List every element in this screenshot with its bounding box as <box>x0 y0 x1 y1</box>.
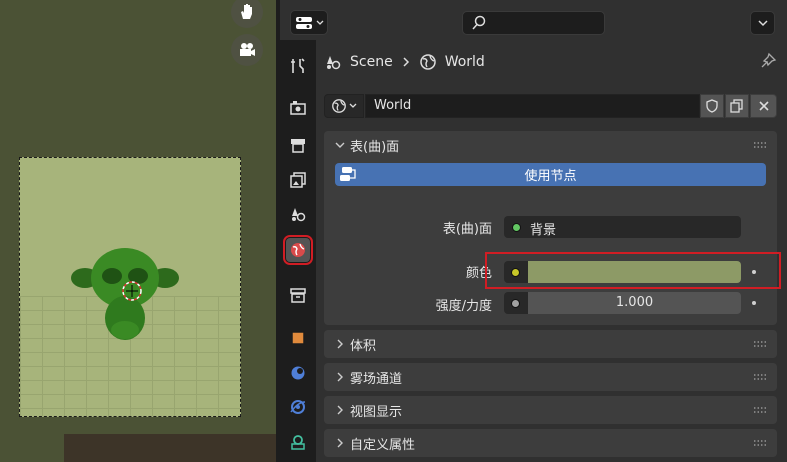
keyframe-dot[interactable] <box>752 270 756 274</box>
tab-physics[interactable] <box>286 430 310 454</box>
tab-output[interactable] <box>286 133 310 157</box>
tab-particles[interactable] <box>286 395 310 419</box>
editor-type-icon <box>295 16 312 29</box>
particles-icon <box>290 400 306 414</box>
tab-render[interactable] <box>286 96 310 120</box>
strength-socket-button[interactable] <box>504 292 528 314</box>
drag-grip[interactable] <box>753 141 767 149</box>
custom-properties-panel[interactable]: 自定义属性 <box>324 429 777 457</box>
modifier-icon <box>291 366 305 380</box>
surface-shader-value: 背景 <box>530 223 557 238</box>
mist-pass-panel-title: 雾场通道 <box>350 371 403 387</box>
pin-icon[interactable] <box>759 52 777 70</box>
world-icon <box>291 243 305 257</box>
value-socket-icon <box>511 299 520 308</box>
surface-label: 表(曲)面 <box>442 222 492 237</box>
physics-icon <box>291 435 305 450</box>
strength-label: 强度/力度 <box>435 299 492 314</box>
surface-panel-header[interactable]: 表(曲)面 <box>324 131 777 159</box>
world-icon <box>419 54 436 70</box>
tab-world[interactable] <box>283 235 313 265</box>
tab-object[interactable] <box>286 326 310 350</box>
tool-icon <box>291 58 305 73</box>
volume-panel-title: 体积 <box>350 338 377 354</box>
scene-icon <box>292 208 306 222</box>
hand-icon[interactable] <box>231 0 263 28</box>
collection-icon <box>290 288 306 303</box>
world-icon <box>332 99 346 113</box>
unlink-button[interactable] <box>750 94 777 118</box>
surface-shader-selector[interactable]: 背景 <box>504 216 741 238</box>
chevron-down-icon <box>316 20 323 25</box>
use-nodes-label: 使用节点 <box>524 169 577 184</box>
properties-editor: Scene World World 表(曲)面 使用节点 表(曲)面 背景 颜色… <box>280 0 787 462</box>
view-layer-icon <box>290 172 306 188</box>
tab-collection[interactable] <box>286 283 310 307</box>
chevron-right-icon <box>337 438 343 448</box>
shader-socket-icon <box>512 223 521 232</box>
close-icon <box>758 101 769 111</box>
world-datablock-selector: World <box>324 94 777 118</box>
chevron-down-icon <box>335 142 345 148</box>
viewport-display-panel[interactable]: 视图显示 <box>324 396 777 424</box>
duplicate-button[interactable] <box>725 94 749 118</box>
tab-view-layer[interactable] <box>286 168 310 192</box>
drag-grip[interactable] <box>753 373 767 381</box>
duplicate-icon <box>730 99 743 113</box>
tab-tool[interactable] <box>286 54 310 78</box>
drag-grip[interactable] <box>753 439 767 447</box>
chevron-down-icon <box>349 103 357 108</box>
output-icon <box>291 139 305 153</box>
world-name-field[interactable]: World <box>365 94 700 118</box>
search-icon <box>472 15 486 30</box>
drag-grip[interactable] <box>753 406 767 414</box>
options-dropdown[interactable] <box>750 11 775 35</box>
tab-scene[interactable] <box>286 202 310 226</box>
color-swatch[interactable] <box>528 261 741 283</box>
breadcrumb-scene: Scene <box>350 54 393 70</box>
chevron-right-icon <box>403 57 409 67</box>
surface-panel: 表(曲)面 使用节点 表(曲)面 背景 颜色 强度/力度 1.000 <box>324 131 777 325</box>
breadcrumb-world: World <box>444 54 485 70</box>
editor-header <box>280 0 787 41</box>
color-socket-button[interactable] <box>504 261 528 283</box>
drag-grip[interactable] <box>753 340 767 348</box>
custom-properties-panel-title: 自定义属性 <box>350 437 416 453</box>
suzanne-mesh <box>71 248 179 340</box>
fake-user-button[interactable] <box>700 94 724 118</box>
color-label: 颜色 <box>465 266 492 281</box>
camera-icon[interactable] <box>231 34 263 66</box>
chevron-right-icon <box>337 339 343 349</box>
strength-field[interactable]: 1.000 <box>528 292 741 314</box>
chevron-right-icon <box>337 405 343 415</box>
viewport-display-panel-title: 视图显示 <box>350 404 403 420</box>
viewport-object <box>64 434 276 462</box>
properties-content: Scene World World 表(曲)面 使用节点 表(曲)面 背景 颜色… <box>316 40 787 462</box>
use-nodes-button[interactable]: 使用节点 <box>335 163 766 186</box>
fake-user-icon <box>706 99 718 113</box>
node-tree-icon <box>340 167 356 181</box>
breadcrumb: Scene World <box>324 50 485 74</box>
chevron-right-icon <box>337 372 343 382</box>
world-browse-dropdown[interactable] <box>324 94 364 118</box>
object-icon <box>291 331 305 345</box>
keyframe-dot[interactable] <box>752 301 756 305</box>
color-socket-icon <box>511 268 520 277</box>
surface-panel-title: 表(曲)面 <box>350 139 400 155</box>
scene-icon <box>327 56 341 70</box>
render-icon <box>290 101 306 115</box>
chevron-down-icon <box>757 19 768 26</box>
3d-viewport[interactable] <box>0 0 276 462</box>
mist-pass-panel[interactable]: 雾场通道 <box>324 363 777 391</box>
camera-frame <box>19 157 241 417</box>
search-input[interactable] <box>462 11 605 35</box>
tab-modifiers[interactable] <box>286 361 310 385</box>
volume-panel[interactable]: 体积 <box>324 330 777 358</box>
properties-tabs <box>280 40 316 462</box>
editor-type-selector[interactable] <box>290 10 328 35</box>
